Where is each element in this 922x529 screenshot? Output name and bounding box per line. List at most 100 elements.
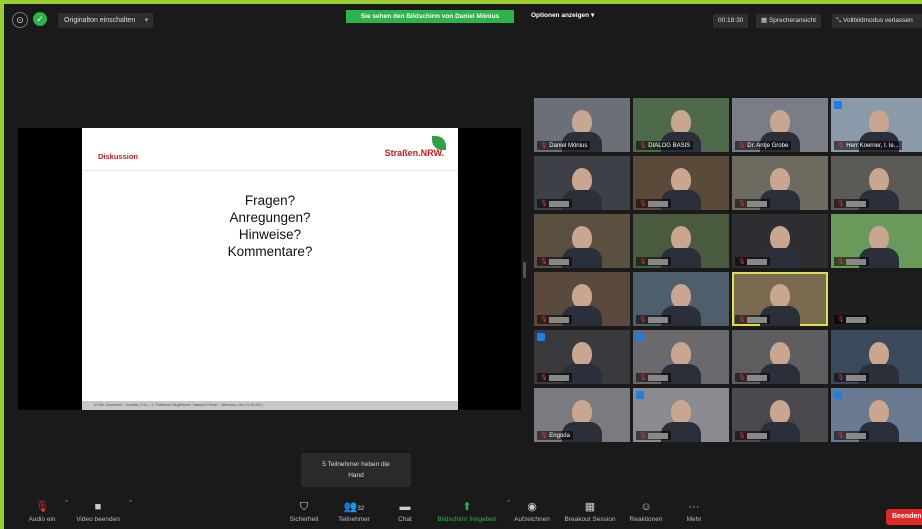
chat-bubble-icon: ▬ bbox=[399, 501, 411, 513]
top-bar: ⊙ ✓ Originalton einschalten ▾ Sie sehen … bbox=[4, 4, 922, 32]
video-tile[interactable]: 🎙 bbox=[831, 388, 922, 442]
participant-name-tag: 🎙 bbox=[636, 431, 672, 440]
muted-mic-icon: 🎙 bbox=[738, 317, 748, 323]
chat-button[interactable]: ▬ Chat bbox=[392, 496, 418, 529]
video-tile[interactable]: 🎙 bbox=[633, 388, 729, 442]
record-button[interactable]: ◉ Aufzeichnen bbox=[510, 496, 554, 529]
participant-name-tag: 🎙 bbox=[735, 431, 771, 440]
video-tile[interactable]: 🎙 bbox=[831, 272, 922, 326]
participant-name bbox=[747, 259, 768, 265]
video-tile[interactable]: 🎙 bbox=[534, 214, 630, 268]
view-options-label: Optionen anzeigen bbox=[531, 12, 590, 19]
record-icon: ◉ bbox=[527, 501, 537, 513]
security-shield-icon[interactable]: ✓ bbox=[33, 12, 47, 26]
participant-head bbox=[572, 226, 592, 250]
participant-name bbox=[648, 433, 669, 439]
exit-fullscreen-button[interactable]: ⤡ Vollbildmodus verlassen bbox=[832, 14, 922, 28]
video-tile[interactable]: 🎙 DIALOG BASIS bbox=[633, 98, 729, 152]
participants-button[interactable]: 👥32 Teilnehmer bbox=[334, 496, 374, 529]
participant-head bbox=[572, 110, 592, 134]
breakout-session-button[interactable]: ▦ Breakout Session bbox=[560, 496, 620, 529]
participant-name bbox=[846, 433, 867, 439]
participant-name-tag: 🎙 Herr Koerner, I. le... bbox=[834, 141, 902, 150]
screen-share-banner: Sie sehen den Bildschirm von Daniel Möni… bbox=[346, 10, 514, 23]
video-tile[interactable]: 🎙 bbox=[831, 156, 922, 210]
participant-name bbox=[747, 433, 768, 439]
muted-mic-icon: 🎙 bbox=[837, 317, 847, 323]
raised-hand-icon bbox=[537, 333, 545, 341]
participant-name-tag: 🎙 bbox=[735, 315, 771, 324]
video-tile[interactable]: 🎙 bbox=[534, 272, 630, 326]
video-tile[interactable]: 🎙 bbox=[732, 156, 828, 210]
reactions-button[interactable]: ☺ Reaktionen bbox=[626, 496, 666, 529]
participant-head bbox=[770, 110, 790, 134]
muted-microphone-icon: 🎙 bbox=[35, 501, 49, 513]
speaker-view-button[interactable]: ▦ Sprecheransicht bbox=[756, 14, 821, 28]
participant-name-tag: 🎙 bbox=[834, 257, 870, 266]
view-options-button[interactable]: Optionen anzeigen ▾ bbox=[531, 11, 594, 19]
muted-mic-icon: 🎙 bbox=[738, 259, 748, 265]
muted-mic-icon: 🎙 bbox=[540, 375, 550, 381]
muted-mic-icon: 🎙 bbox=[540, 259, 550, 265]
participant-name-tag: 🎙 bbox=[735, 373, 771, 382]
chevron-down-icon[interactable]: ▾ bbox=[145, 13, 149, 28]
video-tile[interactable]: 🎙 bbox=[534, 156, 630, 210]
shield-icon: ⛉ bbox=[299, 501, 309, 513]
participant-name bbox=[549, 375, 570, 381]
participant-name-tag: 🎙 bbox=[834, 373, 870, 382]
video-button[interactable]: ■ Video beenden ^ bbox=[72, 496, 132, 529]
participant-head bbox=[671, 110, 691, 134]
panel-resize-handle[interactable] bbox=[523, 262, 526, 278]
participant-head bbox=[572, 400, 592, 424]
video-tile[interactable]: 🎙 bbox=[633, 272, 729, 326]
original-sound-button[interactable]: Originalton einschalten ▾ bbox=[58, 13, 154, 28]
meeting-timer: 00:18:30 bbox=[713, 14, 749, 28]
info-icon[interactable]: ⊙ bbox=[12, 12, 28, 28]
muted-mic-icon: 🎙 bbox=[540, 143, 550, 149]
video-tile[interactable]: 🎙 bbox=[633, 156, 729, 210]
muted-mic-icon: 🎙 bbox=[837, 201, 847, 207]
share-screen-button[interactable]: ⬆ Bildschirm freigeben ^ bbox=[432, 496, 510, 529]
video-tile[interactable]: 🎙 Engoda bbox=[534, 388, 630, 442]
audio-button[interactable]: 🎙 Audio ein ^ bbox=[24, 496, 68, 529]
smiley-icon: ☺ bbox=[640, 501, 652, 513]
video-tile[interactable]: 🎙 bbox=[732, 214, 828, 268]
chevron-up-icon[interactable]: ^ bbox=[129, 500, 132, 506]
muted-mic-icon: 🎙 bbox=[738, 433, 748, 439]
slide-line: Fragen? bbox=[244, 193, 296, 208]
participant-head bbox=[770, 226, 790, 250]
participant-head bbox=[770, 400, 790, 424]
participant-name bbox=[846, 375, 867, 381]
muted-mic-icon: 🎙 bbox=[738, 375, 748, 381]
participant-name-tag: 🎙 bbox=[537, 199, 573, 208]
end-meeting-button[interactable]: Beenden bbox=[886, 509, 922, 525]
video-tile[interactable]: 🎙 bbox=[534, 330, 630, 384]
video-tile[interactable]: 🎙 bbox=[633, 214, 729, 268]
video-tile[interactable]: 🎙 Dr. Antje Grobe bbox=[732, 98, 828, 152]
breakout-label: Breakout Session bbox=[564, 516, 616, 523]
raised-hand-icon bbox=[834, 391, 842, 399]
video-tile[interactable]: 🎙 Daniel Mönius bbox=[534, 98, 630, 152]
participant-head bbox=[572, 342, 592, 366]
video-tile[interactable]: 🎙 bbox=[732, 388, 828, 442]
security-button[interactable]: ⛉ Sicherheit bbox=[286, 496, 322, 529]
participant-name bbox=[648, 375, 669, 381]
participant-name-tag: 🎙 bbox=[537, 315, 573, 324]
video-tile[interactable]: 🎙 bbox=[732, 330, 828, 384]
participant-name bbox=[846, 201, 867, 207]
video-tile[interactable]: 🎙 bbox=[732, 272, 828, 326]
participant-head bbox=[869, 400, 889, 424]
participant-name: Dr. Antje Grobe bbox=[747, 143, 789, 149]
participants-icon: 👥32 bbox=[343, 501, 365, 513]
more-button[interactable]: ··· Mehr bbox=[680, 496, 708, 529]
video-tile[interactable]: 🎙 bbox=[831, 330, 922, 384]
chevron-up-icon[interactable]: ^ bbox=[65, 500, 68, 506]
video-tile[interactable]: 🎙 Herr Koerner, I. le... bbox=[831, 98, 922, 152]
grid-view-icon: ▦ bbox=[761, 17, 769, 24]
video-tile[interactable]: 🎙 bbox=[831, 214, 922, 268]
video-tile[interactable]: 🎙 bbox=[633, 330, 729, 384]
participants-count: 32 bbox=[357, 506, 365, 512]
slide-line: Hinweise? bbox=[238, 227, 302, 242]
participant-head bbox=[869, 110, 889, 134]
participant-name bbox=[846, 317, 867, 323]
